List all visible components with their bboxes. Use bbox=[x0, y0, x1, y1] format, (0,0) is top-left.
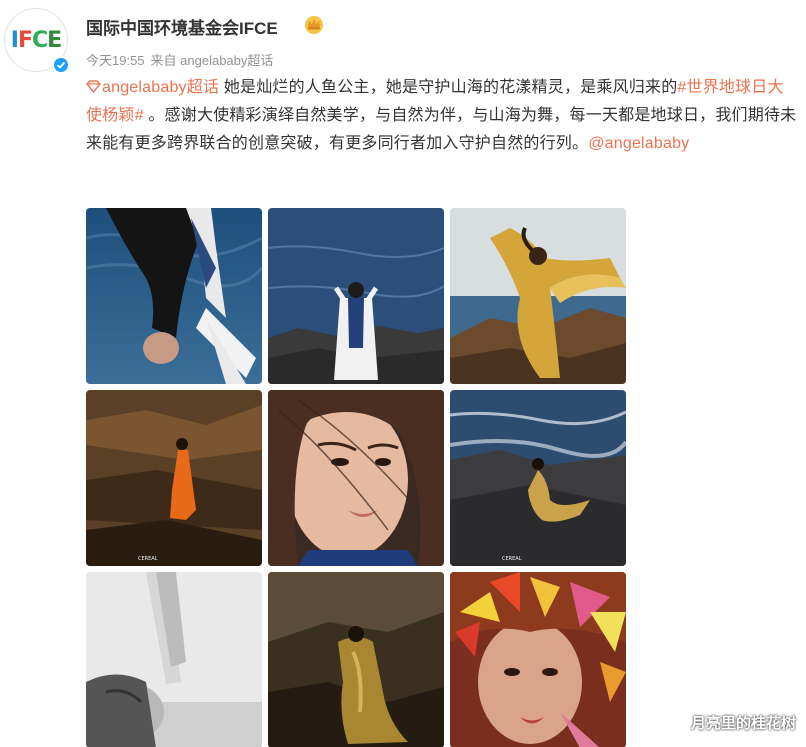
post-time[interactable]: 今天19:55 bbox=[86, 53, 145, 68]
post-meta: 今天19:55 来自 angelababy超话 bbox=[86, 50, 273, 69]
user-name[interactable]: 国际中国环境基金会IFCE bbox=[86, 14, 278, 39]
cereal-watermark-2: CEREAL bbox=[502, 556, 522, 562]
photo-1[interactable] bbox=[86, 208, 262, 384]
avatar[interactable]: IFCE bbox=[4, 8, 72, 76]
post-source[interactable]: 来自 angelababy超话 bbox=[151, 53, 274, 68]
photo-9[interactable] bbox=[450, 572, 626, 747]
topic-link[interactable]: angelababy超话 bbox=[86, 79, 219, 96]
photo-4[interactable]: CEREAL bbox=[86, 390, 262, 566]
post-text-part-1: 她是灿烂的人鱼公主，她是守护山海的花漾精灵，是乘风归来的 bbox=[219, 79, 678, 96]
image-watermark: 月亮里的桂花树 bbox=[690, 715, 796, 732]
photo-3[interactable] bbox=[450, 208, 626, 384]
verified-check-icon bbox=[52, 56, 70, 74]
mention-link[interactable]: @angelababy bbox=[588, 135, 689, 152]
supertopic-icon bbox=[86, 80, 101, 93]
photo-6[interactable]: CEREAL bbox=[450, 390, 626, 566]
cereal-watermark: CEREAL bbox=[138, 556, 158, 562]
ifce-logo: IFCE bbox=[10, 27, 62, 53]
post-text-part-2: 。感谢大使精彩演绎自然美学，与自然为伴，与山海为舞，每一天都是地球日，我们期待未… bbox=[86, 107, 797, 152]
photo-8[interactable] bbox=[268, 572, 444, 747]
photo-grid: CEREAL CEREAL bbox=[86, 208, 627, 747]
photo-2[interactable] bbox=[268, 208, 444, 384]
photo-5[interactable] bbox=[268, 390, 444, 566]
crown-icon[interactable] bbox=[303, 14, 325, 34]
photo-7[interactable] bbox=[86, 572, 262, 747]
post-text: angelababy超话 她是灿烂的人鱼公主，她是守护山海的花漾精灵，是乘风归来… bbox=[86, 74, 798, 158]
